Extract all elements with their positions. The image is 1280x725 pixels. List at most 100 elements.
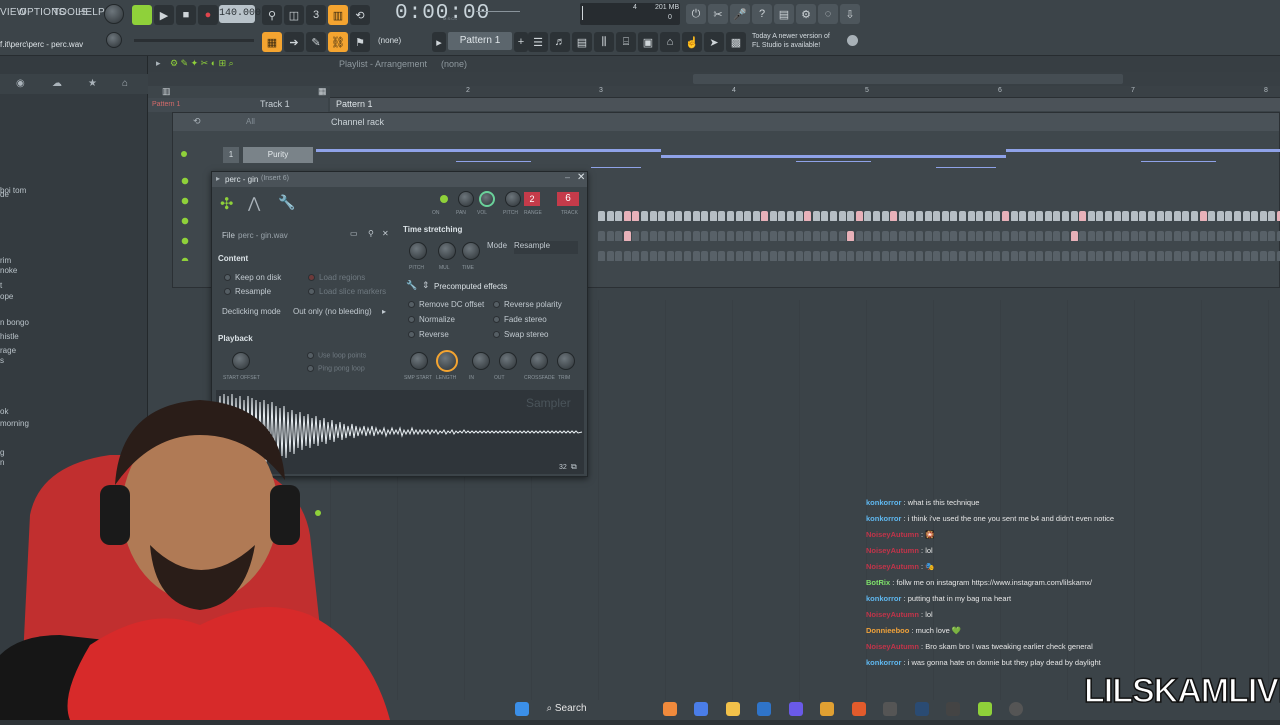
use-loop-option[interactable]: Use loop points [307,352,366,359]
step-button[interactable] [752,251,760,261]
step-button[interactable] [1148,211,1155,221]
step-button[interactable] [726,231,734,241]
step-button[interactable] [718,231,726,241]
file-name[interactable]: perc - gin.wav [238,231,288,240]
step-button[interactable] [958,251,966,261]
step-button[interactable] [933,231,941,241]
trim-knob[interactable] [557,352,575,370]
step-button[interactable] [666,251,674,261]
step-button[interactable] [847,231,855,241]
step-button[interactable] [1190,211,1198,221]
step-button[interactable] [649,231,657,241]
plugin-picker-icon[interactable]: ⌂ [660,32,680,52]
tempo-display[interactable]: 140.000 [219,5,261,23]
step-button[interactable] [683,251,691,261]
load-regions-radio[interactable] [308,274,315,282]
zoom-value[interactable]: 32 [559,464,567,471]
chat-username[interactable]: Donnieeboo [866,626,909,635]
step-button[interactable] [1079,251,1087,261]
step-button[interactable] [795,251,803,261]
4k-icon[interactable] [1008,701,1023,716]
step-button[interactable] [1062,251,1070,261]
zoom-icon[interactable]: ⧉ [571,462,577,472]
windows-start-icon[interactable] [515,701,529,716]
snap-icon[interactable]: ▦ [262,32,282,52]
step-button[interactable] [1130,231,1138,241]
store-icon[interactable] [757,701,772,716]
step-button[interactable] [778,251,786,261]
step-button[interactable] [1233,231,1241,241]
step-button[interactable] [1130,211,1138,221]
step-button[interactable] [1173,211,1181,221]
step-button[interactable] [778,211,786,221]
step-button[interactable] [1053,211,1061,221]
master-slider[interactable] [134,39,254,42]
step-button[interactable] [1010,231,1018,241]
step-button[interactable] [726,251,734,261]
waveform-icon[interactable]: ▥ [162,86,171,97]
step-button[interactable] [666,211,674,221]
step-button[interactable] [1105,211,1113,221]
play-button[interactable]: ▶ [154,5,174,25]
step-button[interactable] [1001,231,1009,241]
chat-username[interactable]: NoiseyAutumn [866,546,919,555]
step-button[interactable] [683,231,691,241]
step-button[interactable] [1208,231,1216,241]
browser-options-icon[interactable]: ◉ [16,78,25,89]
step-button[interactable] [692,231,700,241]
step-button[interactable] [1225,231,1233,241]
step-button[interactable] [1070,211,1078,221]
step-row-2[interactable] [598,229,1280,241]
step-button[interactable] [1027,231,1035,241]
piano-roll-preview[interactable] [316,145,1280,173]
step-button[interactable] [993,211,1001,221]
step-button[interactable] [640,251,648,261]
step-button[interactable] [804,251,812,261]
step-button[interactable] [735,231,743,241]
resample-option[interactable]: Resample [224,287,271,296]
step-button[interactable] [1190,251,1198,261]
step-button[interactable] [933,251,941,261]
copilot-icon[interactable] [694,701,709,716]
sampler-arrow-icon[interactable]: ▸ [216,174,220,183]
step-button[interactable] [855,231,863,241]
step-button[interactable] [838,211,846,221]
step-button[interactable] [1010,251,1018,261]
brush-icon[interactable]: ✎ [306,32,326,52]
step-button[interactable] [761,231,769,241]
step-button[interactable] [675,211,683,221]
step-button[interactable] [950,231,958,241]
step-button[interactable] [881,211,889,221]
brave-icon[interactable] [851,701,866,716]
step-button[interactable] [1027,211,1035,221]
step-button[interactable] [830,231,838,241]
step-button[interactable] [941,231,949,241]
playlist-tools-icon[interactable]: ⚙ ✎ ✦ ✂ ◐ ⊞ ⌕ [170,58,234,69]
step-button[interactable] [709,231,717,241]
step-button[interactable] [1139,211,1147,221]
effect-radio[interactable] [493,331,500,339]
chat-username[interactable]: konkorror [866,514,901,523]
step-button[interactable] [744,211,752,221]
step-button[interactable] [1208,251,1216,261]
step-button[interactable] [1036,251,1044,261]
step-button[interactable] [1242,251,1250,261]
channel-leds[interactable] [181,171,189,261]
arrow-right-icon[interactable]: ➔ [284,32,304,52]
step-button[interactable] [1199,231,1207,241]
effects-dropdown-icon[interactable]: ⇕ [422,280,430,291]
master-volume-knob[interactable] [104,4,124,24]
browser-icon[interactable]: ⌸ [616,32,636,52]
timeline-ruler[interactable]: 2 3 4 5 6 7 8 [330,86,1280,98]
step-button[interactable] [890,251,898,261]
master-pitch-knob[interactable] [106,32,122,48]
step-button[interactable] [787,231,795,241]
step-button[interactable] [1105,231,1113,241]
step-button[interactable] [924,251,932,261]
step-button[interactable] [787,251,795,261]
effect-radio[interactable] [408,316,415,324]
declicking-dropdown-icon[interactable]: ▸ [382,307,386,316]
step-button[interactable] [890,231,898,241]
step-button[interactable] [1044,251,1052,261]
step-button[interactable] [615,211,623,221]
